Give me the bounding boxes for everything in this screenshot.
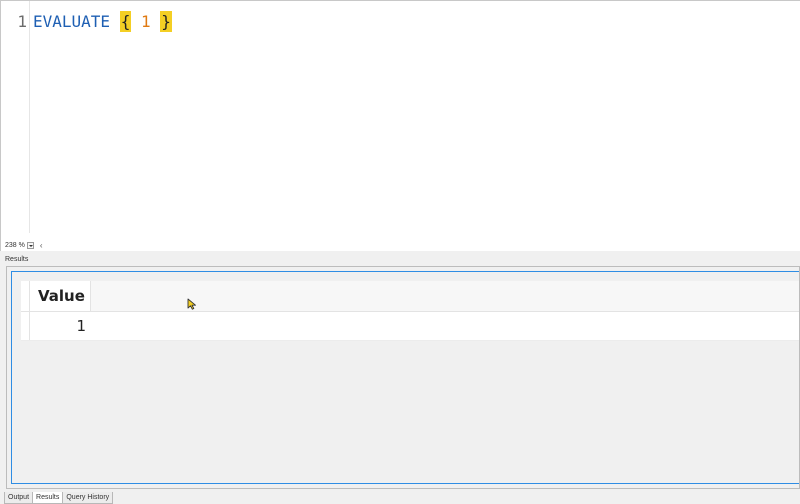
code-number: 1 <box>140 12 151 31</box>
results-panel: Value 1 <box>6 266 800 489</box>
code-keyword: EVALUATE <box>33 12 111 31</box>
results-grid[interactable]: Value 1 <box>21 281 799 341</box>
tab-results[interactable]: Results <box>32 492 64 504</box>
scroll-left-icon[interactable]: ‹ <box>40 241 43 250</box>
editor-status-bar: 238 % ‹ <box>5 239 43 251</box>
app-window: 1 EVALUATE { 1 } 238 % ‹ Results Value 1 <box>0 0 800 504</box>
results-panel-label: Results <box>5 256 29 263</box>
grid-header-row: Value <box>21 281 799 312</box>
code-line[interactable]: EVALUATE { 1 } <box>33 11 172 32</box>
row-header[interactable] <box>21 312 30 340</box>
line-number-gutter: 1 <box>1 1 30 233</box>
code-close-brace: } <box>160 11 172 32</box>
line-number: 1 <box>17 12 27 31</box>
header-fill <box>91 281 799 311</box>
code-open-brace: { <box>119 11 132 32</box>
zoom-level: 238 % <box>5 241 25 249</box>
results-grid-container[interactable]: Value 1 <box>11 271 799 484</box>
table-cell[interactable]: 1 <box>30 312 91 340</box>
tab-output[interactable]: Output <box>4 492 34 504</box>
zoom-dropdown-icon[interactable] <box>26 241 34 249</box>
row-fill <box>91 312 799 340</box>
query-editor[interactable]: 1 EVALUATE { 1 } 238 % ‹ <box>0 0 800 251</box>
bottom-tab-bar: Output Results Query History <box>4 492 114 504</box>
column-header-value[interactable]: Value <box>30 281 91 311</box>
grid-corner[interactable] <box>21 281 30 311</box>
tab-query-history[interactable]: Query History <box>62 492 114 504</box>
mouse-cursor-icon <box>187 298 196 310</box>
table-row[interactable]: 1 <box>21 312 799 341</box>
